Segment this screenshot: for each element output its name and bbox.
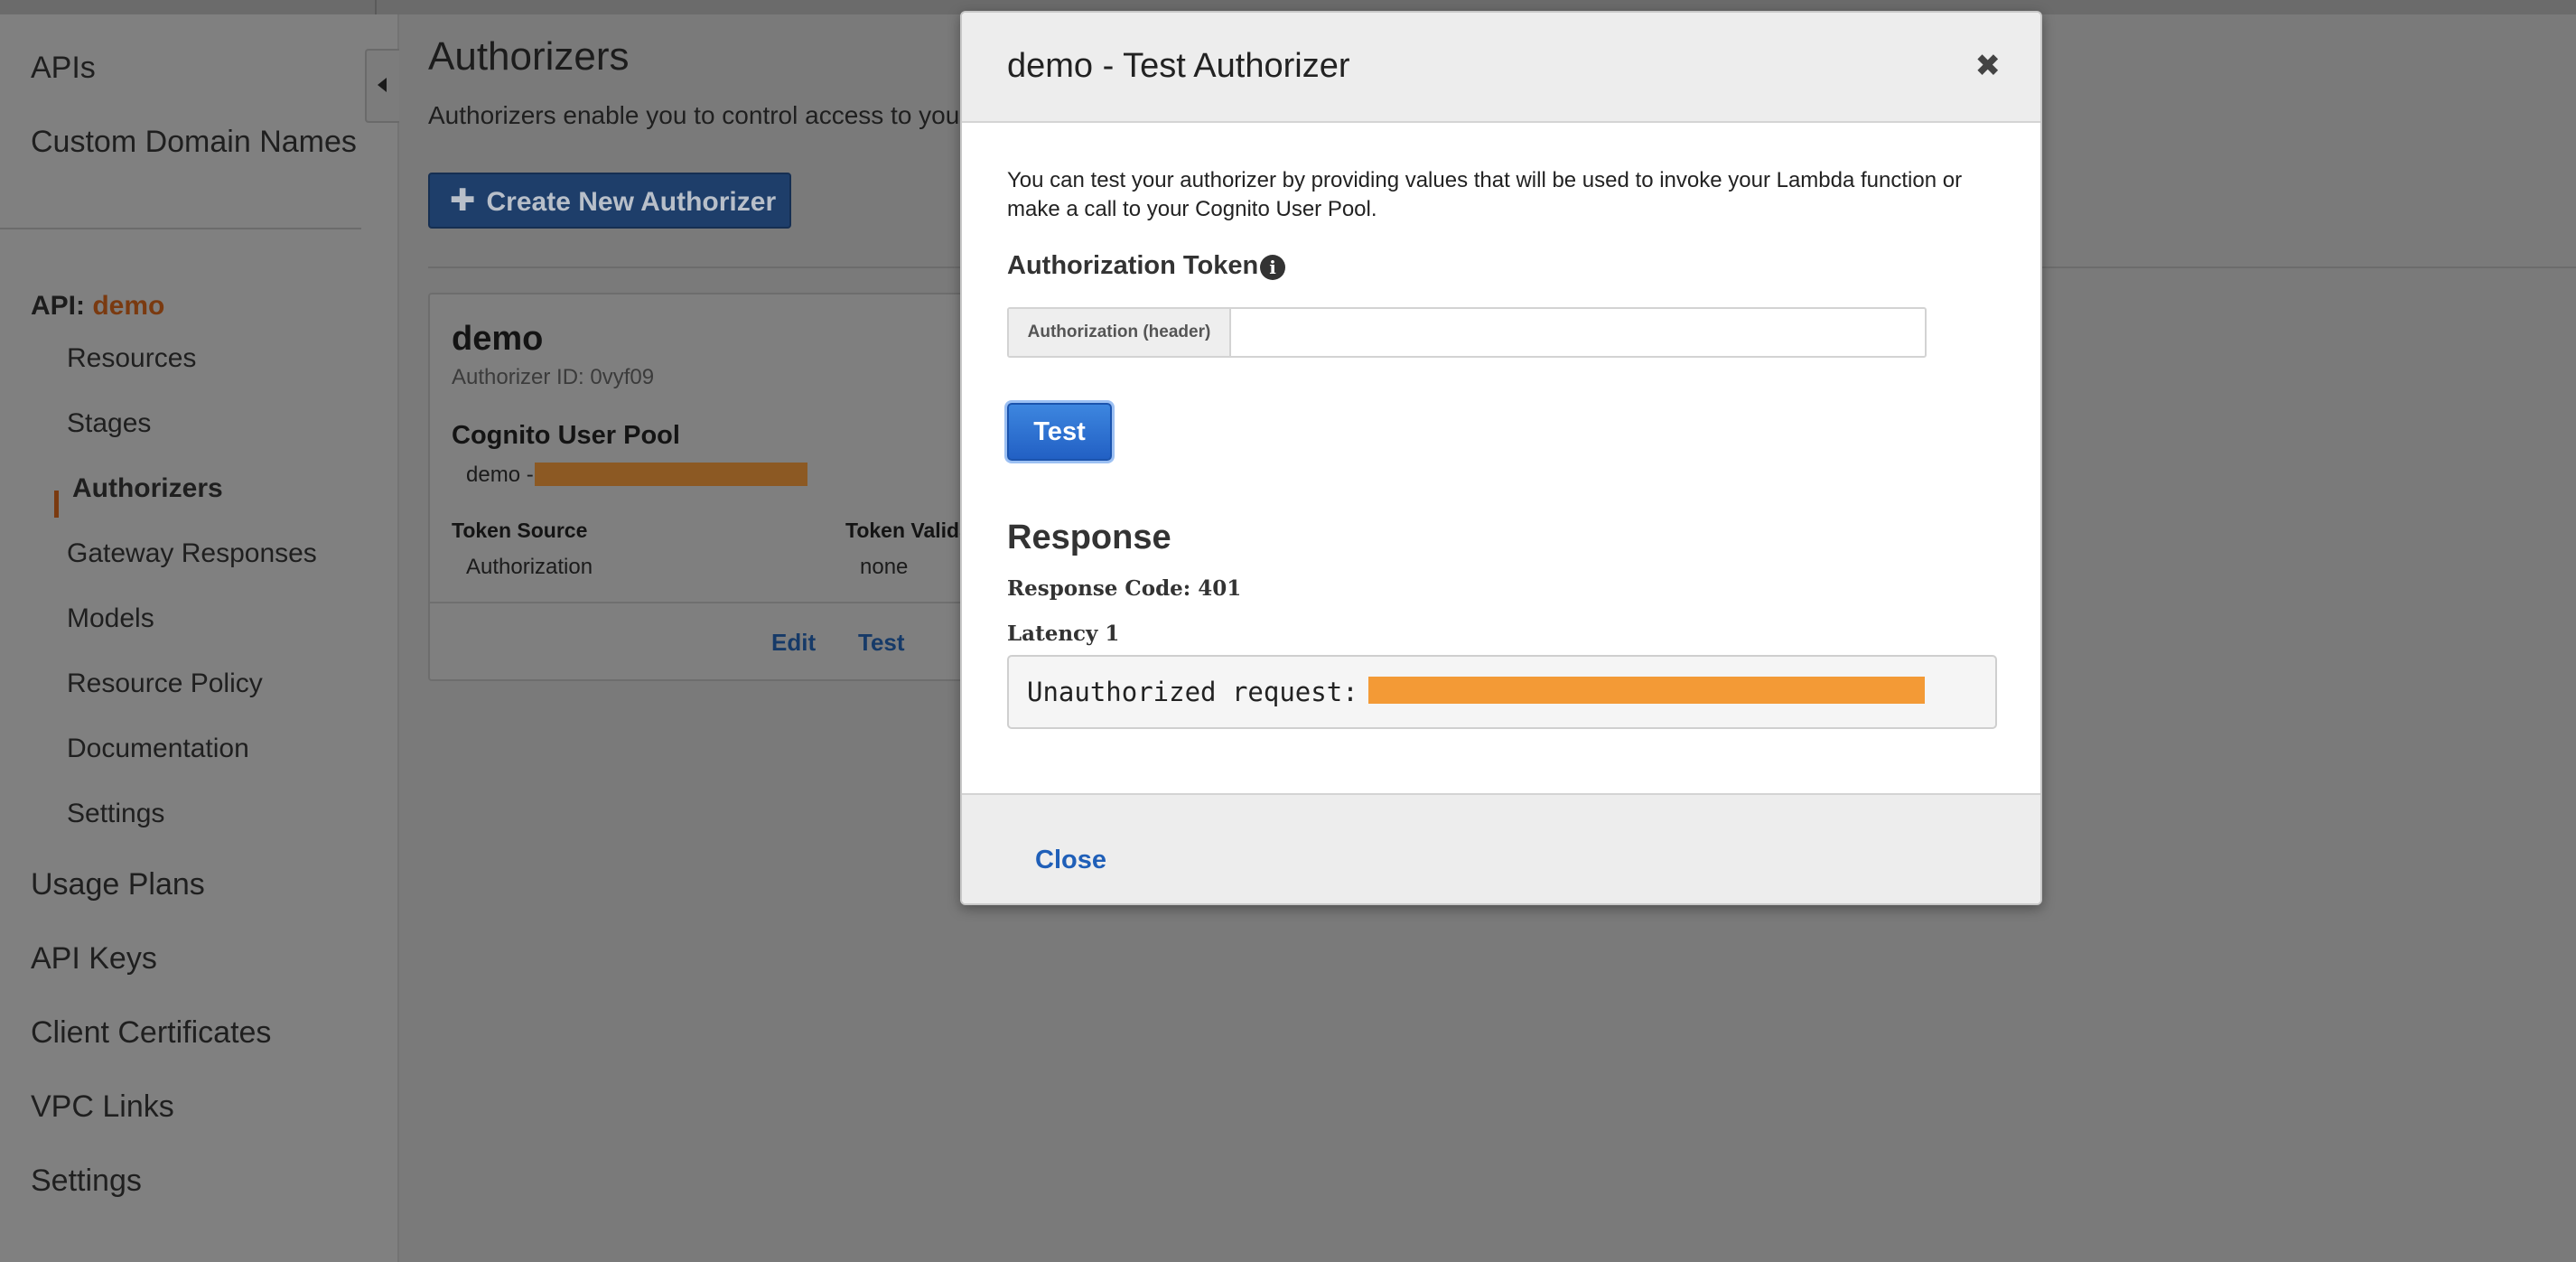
redaction-bar bbox=[1368, 677, 1925, 704]
sidebar-item-resource-policy[interactable]: Resource Policy bbox=[67, 668, 263, 699]
authorization-header-addon: Authorization (header) bbox=[1009, 309, 1231, 356]
authorization-token-title: Authorization Token bbox=[1007, 251, 1259, 280]
sidebar-item-authorizers[interactable]: Authorizers bbox=[72, 473, 223, 504]
user-pool-value: demo - bbox=[466, 463, 534, 487]
test-link[interactable]: Test bbox=[858, 629, 905, 657]
close-button[interactable]: Close bbox=[1035, 846, 1106, 875]
response-title: Response bbox=[1007, 519, 1171, 556]
authorization-header-field: Authorization (header) bbox=[1007, 307, 1927, 358]
sidebar-item-documentation[interactable]: Documentation bbox=[67, 734, 249, 764]
sidebar-item-vpc-links[interactable]: VPC Links bbox=[31, 1089, 174, 1125]
caret-left-icon bbox=[378, 78, 387, 92]
top-bar-divider bbox=[375, 0, 377, 14]
create-new-authorizer-button[interactable]: ✚ Create New Authorizer bbox=[428, 173, 791, 229]
response-output-text: Unauthorized request: bbox=[1027, 677, 1358, 707]
sidebar-item-apis[interactable]: APIs bbox=[31, 51, 96, 86]
sidebar-collapse-button[interactable] bbox=[365, 49, 399, 123]
sidebar-item-settings[interactable]: Settings bbox=[31, 1164, 142, 1199]
token-source-value: Authorization bbox=[466, 555, 593, 579]
test-authorizer-modal: demo - Test Authorizer ✖ You can test yo… bbox=[960, 11, 2042, 905]
modal-title: demo - Test Authorizer bbox=[1007, 47, 1350, 85]
sidebar-item-usage-plans[interactable]: Usage Plans bbox=[31, 867, 205, 902]
response-code: Response Code: 401 bbox=[1007, 576, 1242, 601]
sidebar-item-api-settings[interactable]: Settings bbox=[67, 799, 164, 829]
token-validation-value: none bbox=[860, 555, 909, 579]
page-subtitle: Authorizers enable you to control access… bbox=[428, 101, 960, 129]
api-name[interactable]: demo bbox=[92, 291, 164, 321]
plus-icon: ✚ bbox=[450, 183, 476, 218]
sidebar-item-api-keys[interactable]: API Keys bbox=[31, 941, 157, 977]
authorization-header-input[interactable] bbox=[1231, 309, 1923, 356]
redaction-bar bbox=[535, 463, 807, 486]
page-title: Authorizers bbox=[428, 34, 630, 79]
sidebar-item-resources[interactable]: Resources bbox=[67, 343, 196, 374]
sidebar-item-stages[interactable]: Stages bbox=[67, 408, 151, 439]
authorizer-type: Cognito User Pool bbox=[452, 421, 680, 450]
sidebar-item-gateway-responses[interactable]: Gateway Responses bbox=[67, 538, 317, 569]
sidebar: APIs Custom Domain Names API: demo Resou… bbox=[0, 14, 399, 1262]
sidebar-item-models[interactable]: Models bbox=[67, 603, 154, 634]
sidebar-divider bbox=[0, 228, 361, 229]
api-label: API: demo bbox=[31, 291, 164, 322]
sidebar-item-custom-domain-names[interactable]: Custom Domain Names bbox=[31, 125, 357, 160]
create-button-label: Create New Authorizer bbox=[486, 187, 777, 217]
authorizer-name: demo bbox=[452, 320, 544, 358]
modal-footer: Close bbox=[962, 793, 2040, 903]
latency: Latency 1 bbox=[1007, 622, 1120, 646]
response-output: Unauthorized request: bbox=[1007, 655, 1997, 729]
modal-description: You can test your authorizer by providin… bbox=[1007, 168, 1963, 221]
active-indicator bbox=[54, 491, 59, 518]
token-source-label: Token Source bbox=[452, 519, 588, 542]
authorizer-id: Authorizer ID: 0vyf09 bbox=[452, 365, 655, 389]
token-validation-label: Token Valida bbox=[845, 519, 971, 542]
edit-link[interactable]: Edit bbox=[771, 629, 816, 657]
info-icon[interactable]: i bbox=[1260, 255, 1285, 280]
modal-header: demo - Test Authorizer ✖ bbox=[962, 13, 2040, 123]
sidebar-item-client-certificates[interactable]: Client Certificates bbox=[31, 1015, 271, 1051]
test-button[interactable]: Test bbox=[1007, 403, 1112, 461]
close-icon[interactable]: ✖ bbox=[1975, 51, 2002, 81]
api-prefix: API: bbox=[31, 291, 85, 321]
